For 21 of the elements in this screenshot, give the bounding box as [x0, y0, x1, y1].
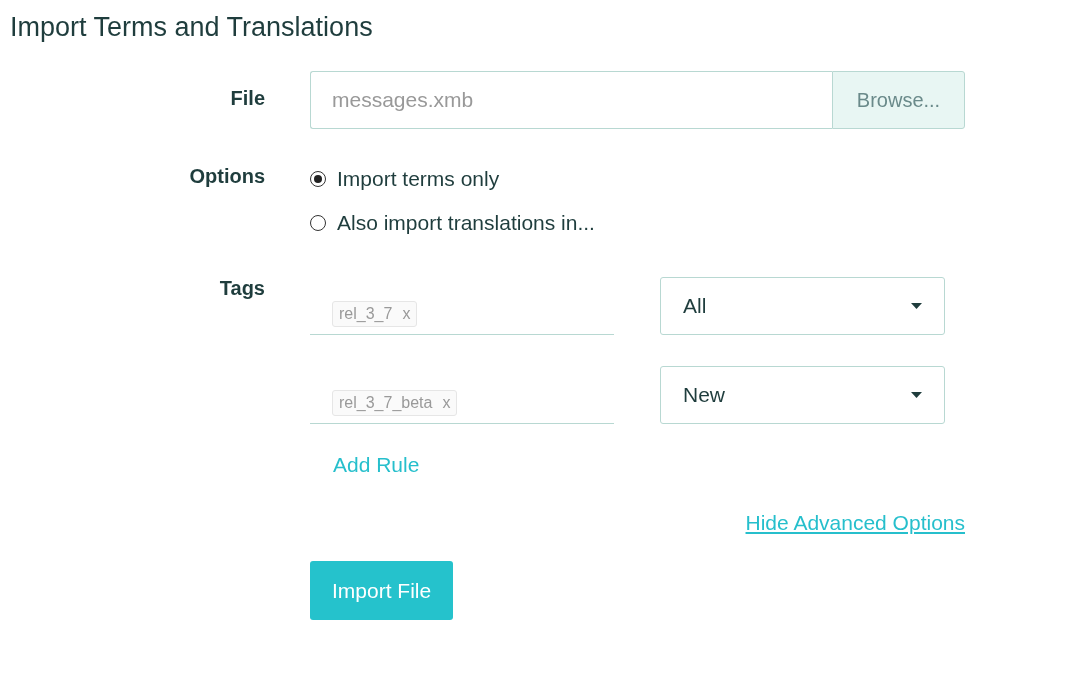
browse-button[interactable]: Browse...	[832, 71, 965, 129]
import-file-button[interactable]: Import File	[310, 561, 454, 620]
tag-input-field[interactable]: rel_3_7_beta x	[310, 366, 614, 424]
rule-dropdown[interactable]: All	[660, 277, 945, 335]
radio-label: Import terms only	[337, 167, 500, 191]
hide-advanced-link[interactable]: Hide Advanced Options	[745, 511, 965, 535]
caret-icon	[911, 392, 922, 398]
rule-dropdown[interactable]: New	[660, 366, 945, 424]
add-rule-link[interactable]: Add Rule	[310, 453, 420, 477]
field-label: Tags	[218, 277, 265, 301]
field-label: File	[229, 86, 265, 111]
tag-remove[interactable]: x	[402, 304, 411, 323]
field-label: Options	[188, 165, 265, 189]
tag-remove[interactable]: x	[442, 393, 451, 412]
file-input-field[interactable]: messages.xmb	[310, 71, 832, 129]
page-title: Import Terms and Translations	[10, 12, 374, 43]
tag-text: rel_3_7	[339, 304, 393, 323]
caret-icon	[911, 303, 922, 309]
tag-text: rel_3_7_beta	[339, 393, 433, 412]
tag-input-field[interactable]: rel_3_7 x	[310, 277, 614, 335]
radio-label: Also import translations in...	[337, 211, 595, 235]
